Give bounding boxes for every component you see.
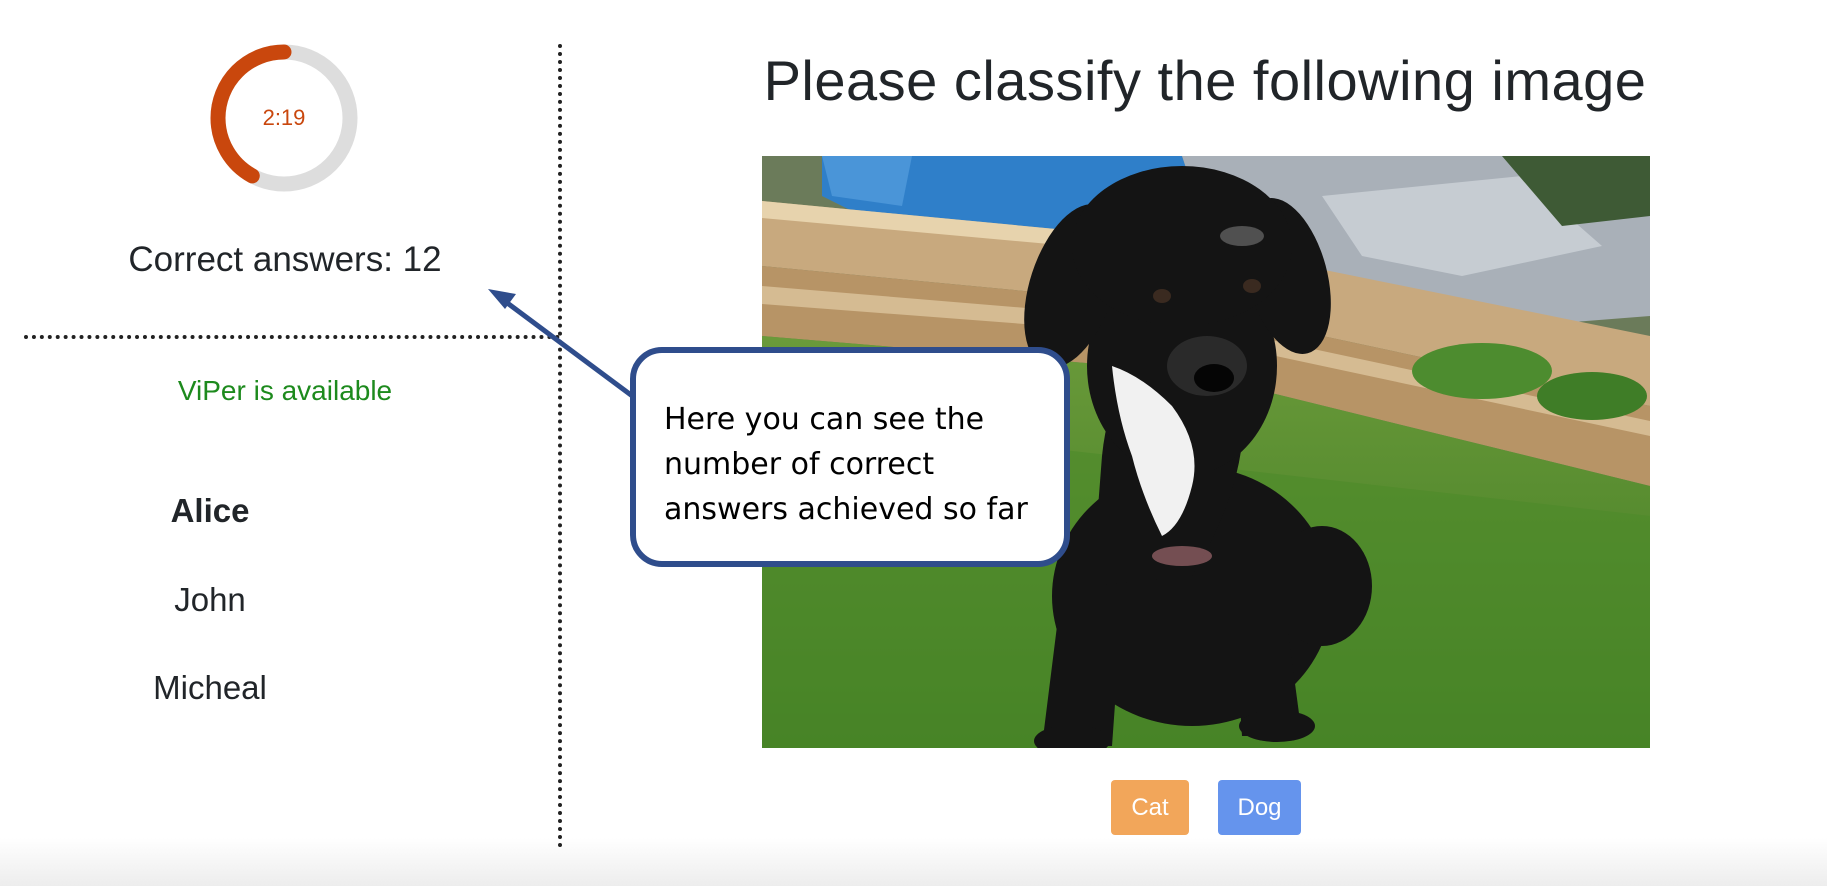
vertical-divider xyxy=(558,44,562,848)
cat-button[interactable]: Cat xyxy=(1111,780,1189,835)
horizontal-divider xyxy=(24,335,560,339)
dog-button[interactable]: Dog xyxy=(1218,780,1301,835)
tutorial-callout: Here you can see the number of correct a… xyxy=(630,347,1070,567)
correct-answers-count: Correct answers: 12 xyxy=(128,240,442,279)
countdown-timer: 2:19 xyxy=(209,43,359,193)
callout-line-1: Here you can see the xyxy=(664,402,985,437)
user-item-john[interactable]: John xyxy=(110,581,310,619)
callout-arrow-head xyxy=(488,289,516,309)
availability-status: ViPer is available xyxy=(177,375,393,406)
user-item-alice[interactable]: Alice xyxy=(110,492,310,530)
timer-value: 2:19 xyxy=(262,105,306,130)
callout-line-3: answers achieved so far xyxy=(664,492,1028,527)
page-title: Please classify the following image xyxy=(763,49,1647,112)
user-item-micheal[interactable]: Micheal xyxy=(110,669,310,707)
callout-line-2: number of correct xyxy=(664,447,935,482)
bottom-shadow xyxy=(0,838,1827,886)
